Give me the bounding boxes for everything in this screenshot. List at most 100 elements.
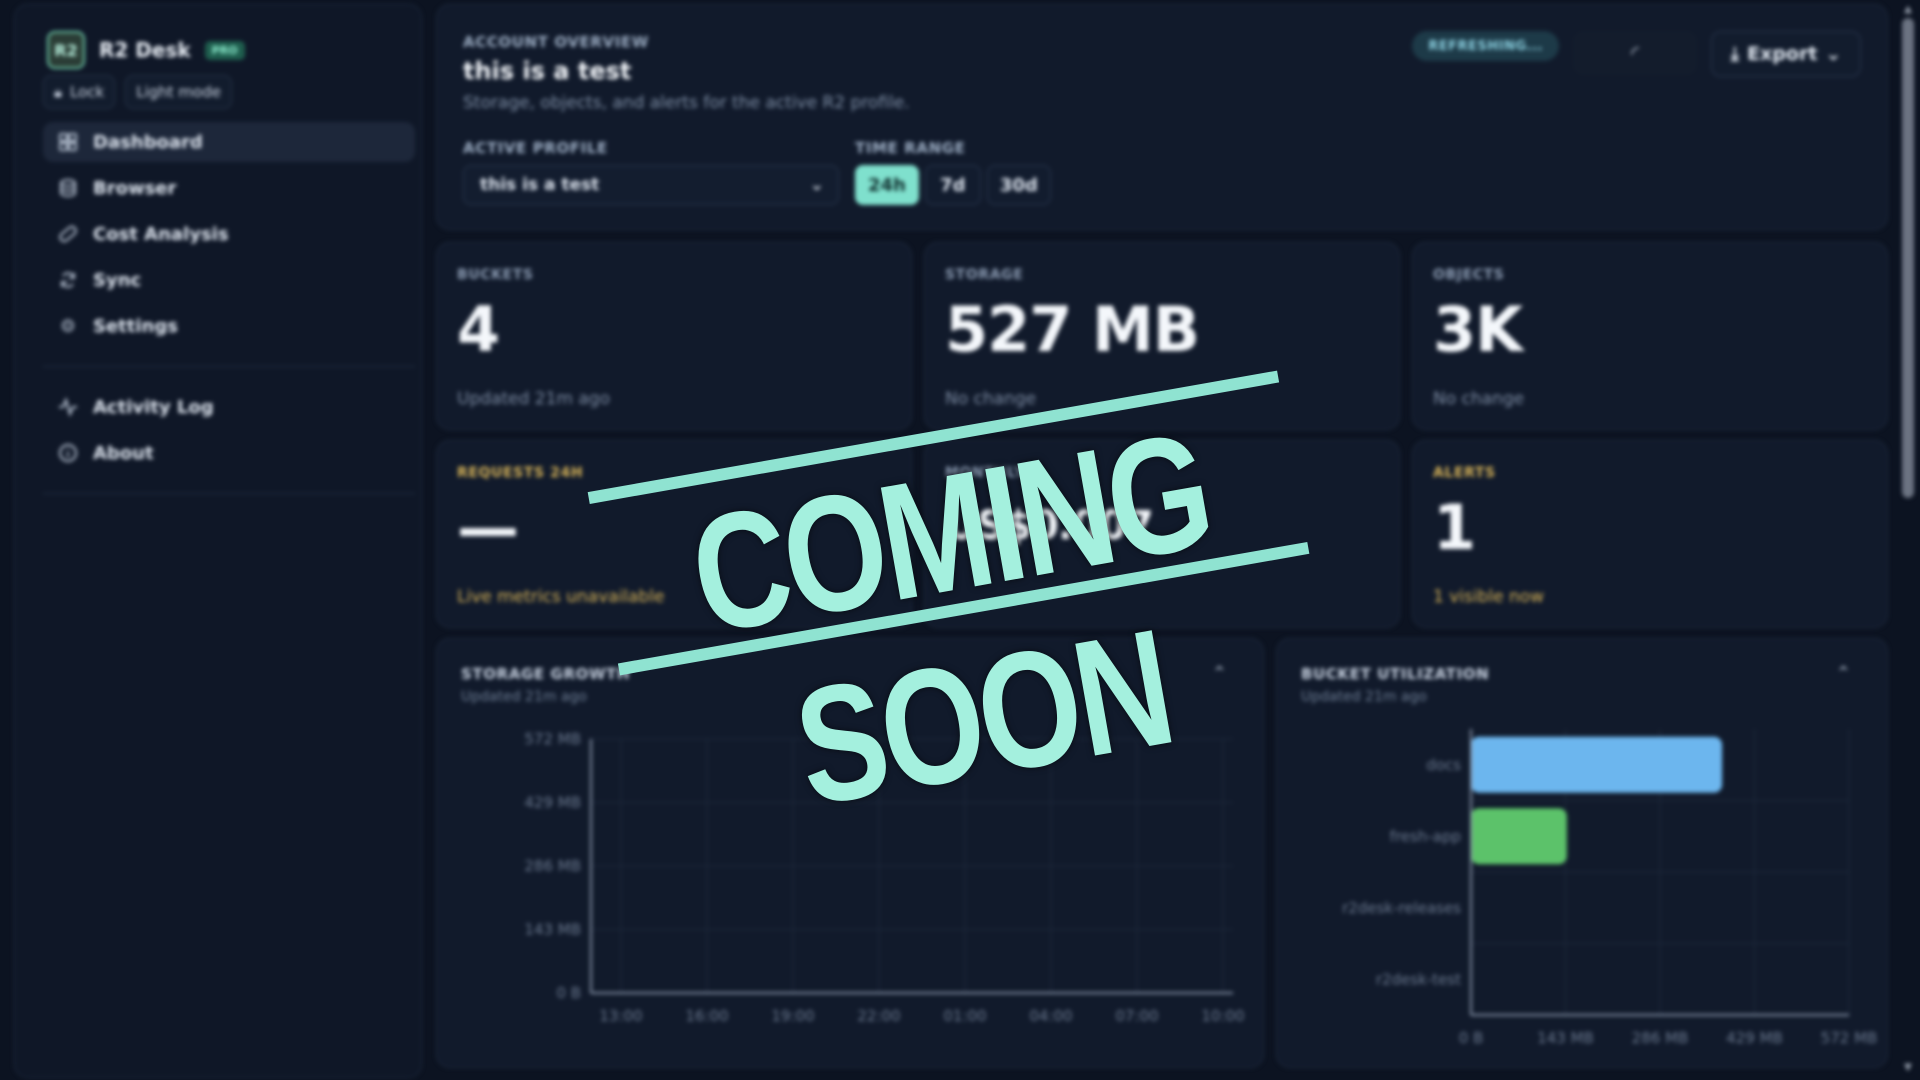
pill-icon	[57, 223, 79, 245]
active-profile-label: ACTIVE PROFILE	[463, 139, 608, 157]
lock-button[interactable]: 🔒︎ Lock	[43, 75, 116, 109]
x-tick-label: 04:00	[1029, 1007, 1072, 1025]
bucket-utilization-panel: BUCKET UTILIZATION Updated 21m ago ⌃ 0 B…	[1276, 638, 1888, 1068]
time-range-30d[interactable]: 30d	[986, 165, 1051, 205]
time-range-label: TIME RANGE	[855, 139, 966, 157]
activity-icon	[57, 396, 79, 418]
r2-logo-icon: R2	[47, 31, 85, 69]
gear-icon: ⚙	[59, 315, 77, 337]
lock-icon: 🔒︎	[54, 83, 62, 101]
sidebar-item-sync[interactable]: Sync	[43, 260, 415, 300]
sidebar-actions: 🔒︎ Lock Light mode	[43, 75, 232, 109]
sidebar-item-browser[interactable]: Browser	[43, 168, 415, 208]
stat-value: —	[457, 491, 519, 564]
chevron-down-icon: ⌄	[809, 175, 824, 195]
stat-label: ALERTS	[1433, 465, 1496, 481]
theme-toggle-label: Light mode	[136, 83, 221, 101]
sidebar-divider	[43, 366, 415, 367]
sidebar-item-label: About	[93, 442, 154, 464]
active-profile-select[interactable]: this is a test ⌄	[463, 165, 839, 205]
x-tick-label: 16:00	[685, 1007, 728, 1025]
download-icon: ⤓	[1730, 43, 1740, 65]
x-tick-label: 572 MB	[1821, 1029, 1878, 1047]
sync-icon	[57, 269, 79, 291]
category-label: fresh-app	[1390, 827, 1461, 845]
brand-name: R2 Desk	[99, 38, 191, 62]
x-tick-label: 10:00	[1201, 1007, 1244, 1025]
sidebar-nav: Dashboard Browser Cost Analysis Sync ⚙ S…	[43, 122, 415, 514]
x-tick-label: 07:00	[1115, 1007, 1158, 1025]
bucket-utilization-chart: 0 B 143 MB 286 MB 429 MB 572 MB docs fresh-app…	[1342, 729, 1878, 1047]
stat-card-objects: OBJECTS 3K No change	[1412, 242, 1888, 430]
scrollbar-thumb[interactable]	[1902, 18, 1914, 498]
stat-note: 1 visible now	[1433, 587, 1545, 607]
x-tick-label: 01:00	[943, 1007, 986, 1025]
y-tick-label: 0 B	[556, 984, 581, 1002]
scroll-up-icon[interactable]: ▲	[1902, 4, 1914, 16]
x-tick-label: 286 MB	[1632, 1029, 1689, 1047]
category-label: docs	[1426, 756, 1461, 774]
database-icon	[57, 177, 79, 199]
dashboard-icon	[57, 131, 79, 153]
refreshing-badge: REFRESHING...	[1412, 31, 1559, 61]
stat-label: STORAGE	[945, 267, 1024, 283]
sidebar-item-dashboard[interactable]: Dashboard	[43, 122, 415, 162]
lock-label: Lock	[69, 83, 105, 101]
y-tick-label: 572 MB	[524, 730, 581, 748]
pro-badge: PRO	[204, 40, 245, 60]
sidebar: R2 R2 Desk PRO 🔒︎ Lock Light mode Dashbo…	[14, 4, 422, 1078]
account-overview-panel: ACCOUNT OVERVIEW this is a test Storage,…	[436, 4, 1888, 230]
bar-fresh-app	[1471, 808, 1567, 865]
x-tick-label: 22:00	[857, 1007, 900, 1025]
sidebar-divider	[43, 493, 415, 494]
sidebar-item-label: Browser	[93, 177, 177, 199]
category-label: r2desk-test	[1376, 970, 1461, 988]
time-range-7d[interactable]: 7d	[924, 165, 981, 205]
overview-eyebrow: ACCOUNT OVERVIEW	[463, 33, 649, 51]
stat-value: 1	[1433, 491, 1476, 564]
y-tick-label: 429 MB	[524, 794, 581, 812]
spinner-icon: ◜	[1631, 41, 1639, 65]
stat-label: REQUESTS 24H	[457, 465, 584, 481]
sidebar-item-about[interactable]: About	[43, 433, 415, 473]
scroll-down-icon[interactable]: ▼	[1902, 1062, 1914, 1074]
page-title: this is a test	[463, 57, 632, 85]
sidebar-item-label: Sync	[93, 269, 142, 291]
x-tick-label: 0 B	[1459, 1029, 1484, 1047]
sidebar-item-label: Dashboard	[93, 131, 203, 153]
sidebar-item-activity-log[interactable]: Activity Log	[43, 387, 415, 427]
brand[interactable]: R2 R2 Desk PRO	[47, 31, 245, 69]
x-tick-label: 429 MB	[1726, 1029, 1783, 1047]
y-tick-label: 286 MB	[524, 857, 581, 875]
y-tick-label: 143 MB	[524, 921, 581, 939]
page-subtitle: Storage, objects, and alerts for the act…	[463, 93, 910, 113]
x-tick-label: 19:00	[771, 1007, 814, 1025]
stat-value: 4	[457, 293, 500, 366]
sidebar-item-label: Activity Log	[93, 396, 214, 418]
stat-note: Updated 21m ago	[457, 389, 610, 409]
active-profile-value: this is a test	[480, 175, 600, 195]
stat-label: OBJECTS	[1433, 267, 1505, 283]
info-icon	[57, 442, 79, 464]
sidebar-item-settings[interactable]: ⚙ Settings	[43, 306, 415, 346]
sidebar-item-label: Cost Analysis	[93, 223, 229, 245]
export-label: Export	[1747, 43, 1818, 65]
bar-docs	[1471, 736, 1723, 793]
chevron-down-icon: ⌄	[1825, 43, 1842, 65]
theme-toggle-button[interactable]: Light mode	[125, 75, 232, 109]
sidebar-item-label: Settings	[93, 315, 178, 337]
stat-value: 527 MB	[945, 293, 1200, 366]
stat-note: No change	[1433, 389, 1525, 409]
x-tick-label: 13:00	[599, 1007, 642, 1025]
stat-label: BUCKETS	[457, 267, 534, 283]
stat-value: 3K	[1433, 293, 1523, 366]
stat-card-alerts[interactable]: ALERTS 1 1 visible now	[1412, 440, 1888, 628]
time-range-24h[interactable]: 24h	[855, 165, 919, 205]
category-label: r2desk-releases	[1342, 899, 1461, 917]
sidebar-item-cost-analysis[interactable]: Cost Analysis	[43, 214, 415, 254]
time-range-selector: 24h 7d 30d	[855, 165, 1051, 205]
export-button[interactable]: ⤓ Export ⌄	[1711, 31, 1861, 77]
x-tick-label: 143 MB	[1537, 1029, 1594, 1047]
refresh-button[interactable]: ◜	[1573, 31, 1697, 75]
stat-card-buckets: BUCKETS 4 Updated 21m ago	[436, 242, 912, 430]
